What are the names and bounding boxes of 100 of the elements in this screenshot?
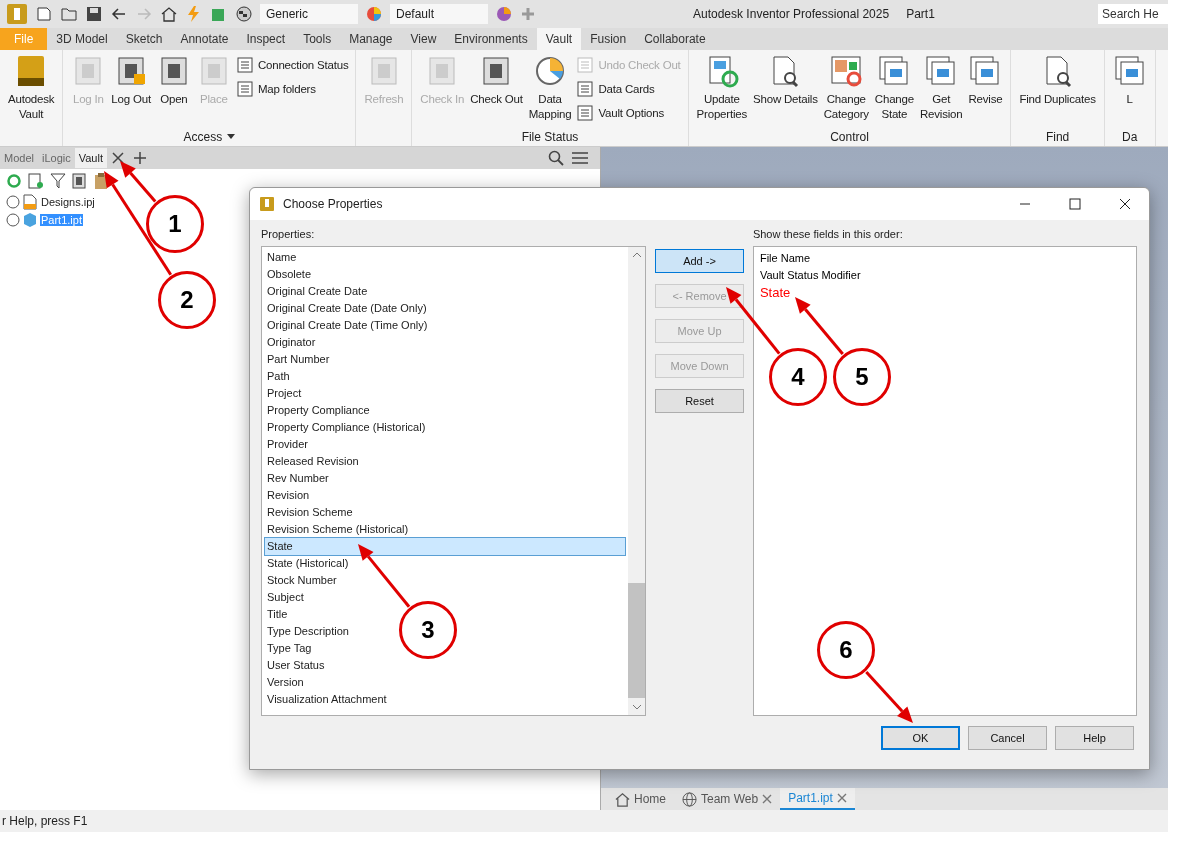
open-folder-icon[interactable] [60, 5, 78, 23]
list-item[interactable]: Obsolete [265, 266, 312, 283]
ribbon-tab[interactable]: Environments [445, 28, 537, 50]
menu-icon[interactable] [572, 151, 588, 165]
list-item[interactable]: Revision Scheme [265, 504, 353, 521]
scrollbar[interactable] [628, 247, 646, 715]
ribbon-tab[interactable]: Manage [340, 28, 402, 50]
status-circle-icon [6, 213, 20, 227]
list-item[interactable]: Originator [265, 334, 316, 351]
list-item[interactable]: Visualization Attachment [265, 691, 387, 708]
list-item[interactable]: Version [265, 674, 304, 691]
server-icon[interactable] [72, 173, 88, 189]
ribbon-tab[interactable]: Vault [536, 28, 582, 50]
home-icon[interactable] [160, 5, 178, 23]
ribbon-tab[interactable]: Annotate [171, 28, 238, 50]
list-item[interactable]: Property Compliance [265, 402, 370, 419]
ribbon-tab[interactable]: Fusion [581, 28, 636, 50]
app-logo-icon[interactable] [6, 3, 28, 25]
list-item[interactable]: Rev Number [265, 470, 329, 487]
group-label: Find [1045, 130, 1070, 144]
list-item[interactable]: Part Number [265, 351, 330, 368]
document-tab[interactable]: Team Web [674, 788, 781, 810]
list-item[interactable]: Provider [265, 436, 308, 453]
list-item[interactable]: State (Historical) [265, 555, 349, 572]
list-item[interactable]: Project [265, 385, 302, 402]
ribbon-button[interactable]: Data Mapping [525, 54, 575, 128]
dialog-button[interactable]: Cancel [968, 726, 1047, 750]
close-icon[interactable] [112, 152, 124, 164]
filter-icon[interactable] [50, 173, 66, 189]
plus-icon[interactable] [134, 152, 146, 164]
ribbon-tab[interactable]: View [401, 28, 446, 50]
list-item[interactable]: Property Compliance (Historical) [265, 419, 426, 436]
search-icon[interactable] [548, 150, 564, 166]
color-wheel-icon[interactable] [495, 5, 513, 23]
ribbon-tab[interactable]: Tools [294, 28, 341, 50]
tree-item[interactable]: Designs.ipj [40, 196, 96, 208]
ribbon-button[interactable]: Log Out [108, 54, 154, 128]
color-wheel-icon[interactable] [365, 5, 383, 23]
list-item[interactable]: Revision [265, 487, 310, 504]
ribbon-tab[interactable]: Collaborate [635, 28, 715, 50]
list-item[interactable]: Type Description [265, 623, 349, 640]
ribbon-button[interactable]: Change State [871, 54, 917, 128]
ribbon-tab[interactable]: Sketch [116, 28, 172, 50]
dialog-button[interactable]: Reset [655, 389, 744, 413]
clipboard-icon[interactable] [94, 173, 108, 189]
list-item[interactable]: Subject [265, 589, 304, 606]
ribbon-button[interactable]: Show Details [750, 54, 821, 128]
ribbon-button[interactable]: Change Category [820, 54, 872, 128]
scroll-up-icon[interactable] [632, 252, 641, 258]
document-refresh-icon[interactable] [28, 173, 44, 189]
appearance-dropdown[interactable]: Default [390, 4, 488, 24]
save-icon[interactable] [85, 5, 103, 23]
ribbon-button[interactable]: Vault Options [576, 104, 681, 122]
group-label: Access [183, 130, 223, 144]
ribbon-button[interactable]: Connection Status [235, 56, 349, 74]
list-item[interactable]: Original Create Date (Time Only) [265, 317, 428, 334]
ribbon-tab[interactable]: 3D Model [47, 28, 117, 50]
list-item[interactable]: State [265, 538, 626, 555]
ribbon-button[interactable]: Map folders [235, 80, 349, 98]
new-file-icon[interactable] [35, 5, 53, 23]
ribbon-button[interactable]: Update Properties [693, 54, 751, 128]
ribbon-button[interactable]: Find Duplicates [1016, 54, 1099, 128]
search-field[interactable]: Search He [1098, 4, 1168, 24]
list-item[interactable]: Name [265, 249, 297, 266]
dialog-button[interactable]: Add -> [655, 249, 744, 273]
list-item[interactable]: Revision Scheme (Historical) [265, 521, 409, 538]
list-item[interactable]: Type Tag [265, 640, 312, 657]
ribbon-button[interactable]: Data Cards [576, 80, 681, 98]
material-dropdown[interactable]: Generic [260, 4, 358, 24]
browser-tab[interactable]: iLogic [37, 148, 75, 168]
ribbon-button[interactable]: L [1109, 54, 1150, 128]
ribbon-tab[interactable]: Inspect [237, 28, 295, 50]
refresh-icon[interactable] [6, 173, 22, 189]
checker-ball-icon[interactable] [235, 5, 253, 23]
ribbon-button[interactable]: Autodesk Vault [5, 54, 58, 128]
list-item[interactable]: Original Create Date [265, 283, 368, 300]
category-icon [829, 54, 864, 88]
ribbon-button[interactable]: Open [153, 54, 194, 128]
browser-tab[interactable]: Vault [74, 148, 107, 168]
list-item[interactable]: Original Create Date (Date Only) [265, 300, 427, 317]
ribbon-button[interactable]: Revise [965, 54, 1006, 128]
list-item[interactable]: State [757, 284, 791, 301]
list-item[interactable]: Title [265, 606, 288, 623]
ribbon-button[interactable]: Check Out [467, 54, 526, 128]
scroll-down-icon[interactable] [632, 704, 641, 710]
dialog-button[interactable]: Help [1055, 726, 1134, 750]
browser-tab[interactable]: Model [0, 148, 38, 168]
list-item[interactable]: Released Revision [265, 453, 359, 470]
close-icon[interactable] [1119, 198, 1131, 210]
list-item[interactable]: Stock Number [265, 572, 337, 589]
scroll-thumb[interactable] [628, 583, 646, 698]
ribbon-button[interactable]: Get Revision [916, 54, 966, 128]
caret-icon[interactable] [227, 134, 236, 140]
list-item[interactable]: Vault Status Modifier [757, 267, 861, 284]
maximize-icon[interactable] [1069, 198, 1081, 210]
list-item[interactable]: User Status [265, 657, 325, 674]
list-item[interactable]: File Name [757, 250, 811, 267]
document-tab[interactable]: Home [607, 788, 674, 810]
dialog-button[interactable]: OK [881, 726, 960, 750]
list-item[interactable]: Path [265, 368, 290, 385]
